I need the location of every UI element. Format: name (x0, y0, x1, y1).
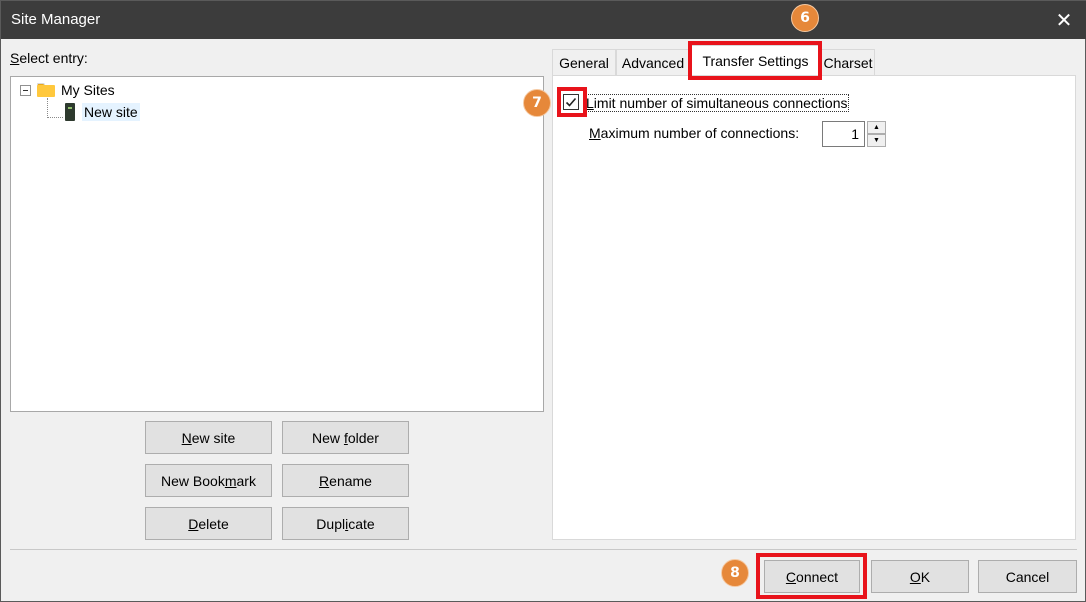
duplicate-button[interactable]: Dupl i cate (282, 507, 409, 540)
tree-item-new-site[interactable]: New site (65, 102, 140, 122)
site-tree[interactable]: My Sites New site (10, 76, 544, 412)
tree-item-label: My Sites (61, 82, 115, 98)
tree-item-label: New site (82, 103, 140, 121)
new-bookmark-button[interactable]: New Book m ark (145, 464, 272, 497)
tree-connector (47, 98, 48, 118)
tab-general[interactable]: General (552, 49, 616, 75)
max-connections-input[interactable]: 1 (822, 121, 865, 147)
close-icon[interactable]: ✕ (1041, 1, 1086, 39)
site-manager-window: Site Manager ✕ Select entry: My Sites Ne… (0, 0, 1086, 602)
transfer-settings-panel (552, 75, 1076, 540)
new-site-button[interactable]: New site (145, 421, 272, 454)
tab-advanced[interactable]: Advanced (616, 49, 690, 75)
delete-button[interactable]: Delete (145, 507, 272, 540)
step-badge-6: 6 (791, 4, 819, 32)
footer-separator (10, 549, 1077, 550)
max-connections-label: Maximum number of connections: (589, 125, 800, 141)
max-connections-spinner: ▲ ▼ (867, 121, 886, 147)
select-entry-label: Select entry: (10, 50, 88, 66)
step-badge-7: 7 (523, 89, 551, 117)
step-badge-8: 8 (721, 559, 749, 587)
tree-item-my-sites[interactable]: My Sites (20, 80, 115, 100)
tab-charset[interactable]: Charset (821, 49, 875, 75)
server-icon (65, 103, 75, 121)
spin-up-icon[interactable]: ▲ (867, 121, 886, 134)
title-bar: Site Manager ✕ (1, 1, 1086, 39)
cancel-button[interactable]: Cancel (978, 560, 1077, 593)
highlight-transfer-settings (688, 41, 822, 80)
highlight-connect (756, 553, 867, 599)
window-title: Site Manager (11, 11, 101, 28)
tree-connector (47, 117, 63, 118)
folder-icon (37, 83, 55, 97)
limit-connections-label[interactable]: Limit number of simultaneous connections (584, 94, 850, 112)
rename-button[interactable]: Rename (282, 464, 409, 497)
collapse-icon[interactable] (20, 84, 31, 96)
ok-button[interactable]: OK (871, 560, 969, 593)
new-folder-button[interactable]: New f older (282, 421, 409, 454)
spin-down-icon[interactable]: ▼ (867, 134, 886, 147)
highlight-checkbox (557, 87, 587, 117)
